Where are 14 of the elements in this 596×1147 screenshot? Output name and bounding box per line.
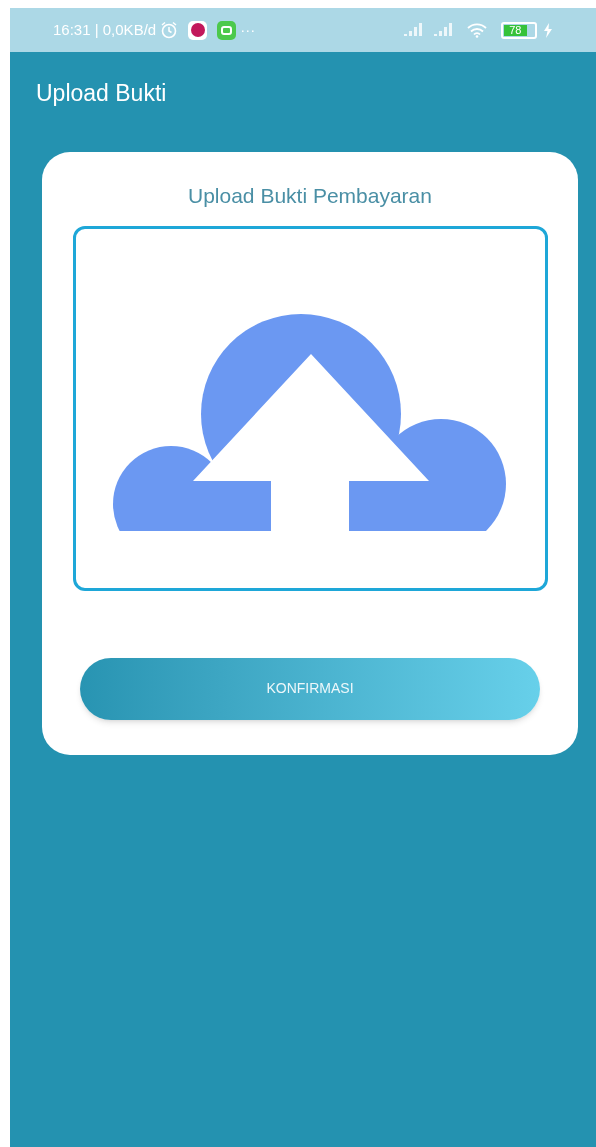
card-title: Upload Bukti Pembayaran — [188, 183, 432, 209]
app-bar-title: Upload Bukti — [36, 78, 167, 108]
confirm-button[interactable]: KONFIRMASI — [80, 657, 540, 720]
upload-area[interactable] — [72, 225, 548, 591]
wifi-icon — [467, 22, 487, 38]
battery-icon: 78 — [501, 21, 537, 39]
signal-icon — [403, 23, 425, 37]
status-text: 16:31 | 0,0KB/d — [53, 19, 157, 40]
alarm-icon — [160, 21, 179, 39]
signal-icon — [433, 23, 455, 37]
app-icon — [188, 20, 208, 40]
app-icon — [217, 20, 237, 40]
charging-icon — [543, 22, 553, 38]
more-notifications: ··· — [240, 19, 256, 40]
